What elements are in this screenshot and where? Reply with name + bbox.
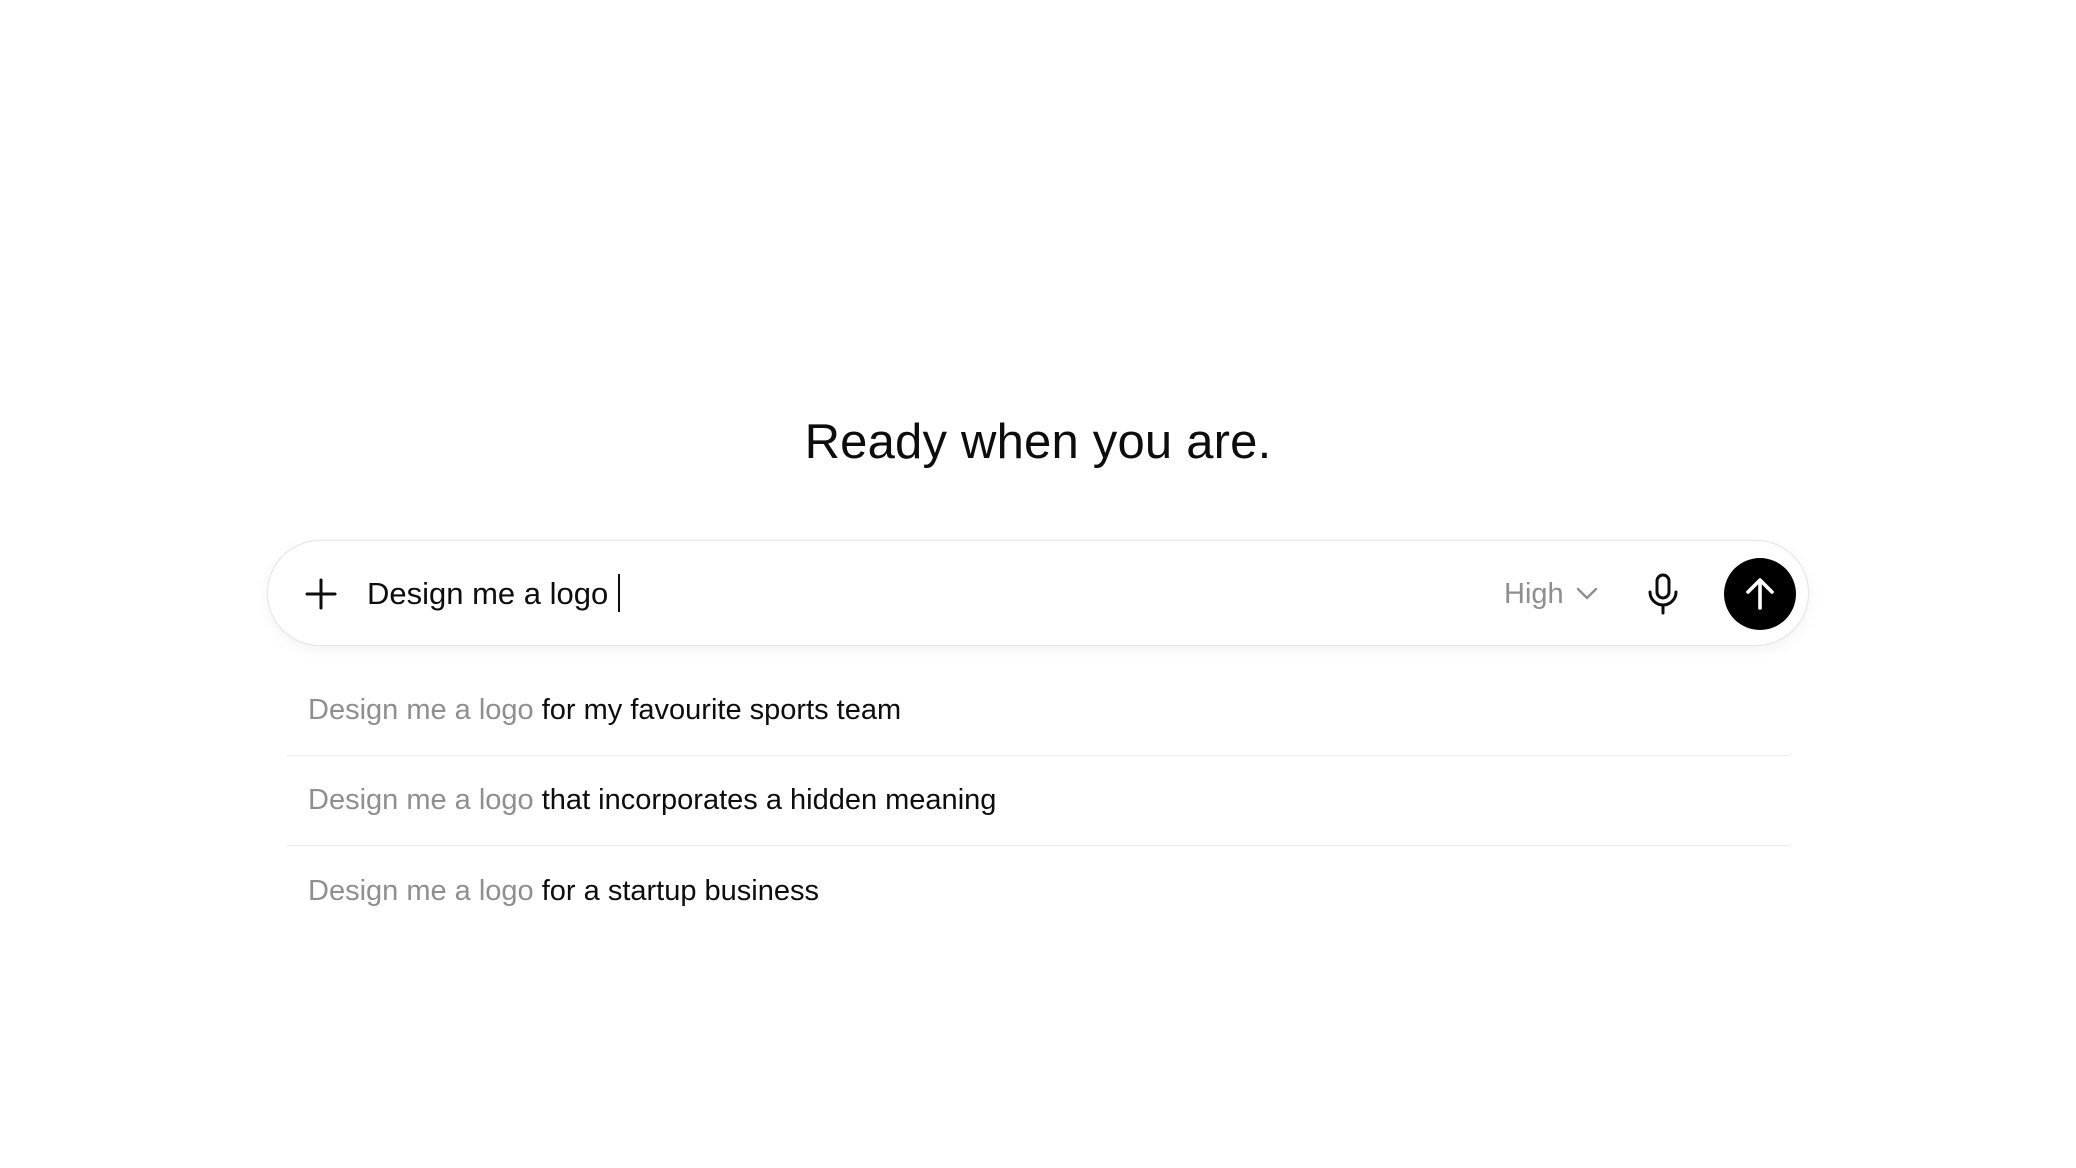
mode-dropdown[interactable]: High [1504, 569, 1598, 619]
page-title: Ready when you are. [804, 415, 1272, 469]
prompt-input[interactable] [367, 565, 1447, 623]
chat-start-screen: Ready when you are. High [0, 0, 2076, 1168]
arrow-up-icon [1746, 578, 1774, 610]
suggestion-completion: that incorporates a hidden meaning [541, 784, 997, 816]
suggestion-item[interactable]: Design me a logo for a startup business [287, 846, 1790, 936]
suggestion-prefix: Design me a logo [308, 694, 534, 726]
text-caret [618, 574, 620, 612]
suggestion-prefix: Design me a logo [308, 874, 534, 907]
suggestion-completion: for a startup business [541, 874, 820, 907]
prompt-composer: High [267, 540, 1809, 646]
microphone-icon [1648, 573, 1678, 615]
suggestion-item[interactable]: Design me a logo for my favourite sports… [287, 666, 1790, 756]
send-button[interactable] [1724, 558, 1796, 630]
add-attachment-button[interactable] [296, 569, 346, 619]
chevron-down-icon [1576, 587, 1597, 600]
suggestion-completion: for my favourite sports team [541, 694, 902, 726]
plus-icon [305, 578, 337, 610]
voice-input-button[interactable] [1636, 567, 1690, 621]
suggestion-prefix: Design me a logo [308, 784, 534, 816]
suggestion-item[interactable]: Design me a logo that incorporates a hid… [287, 756, 1790, 846]
suggestion-list: Design me a logo for my favourite sports… [287, 666, 1790, 936]
mode-label: High [1504, 577, 1564, 610]
